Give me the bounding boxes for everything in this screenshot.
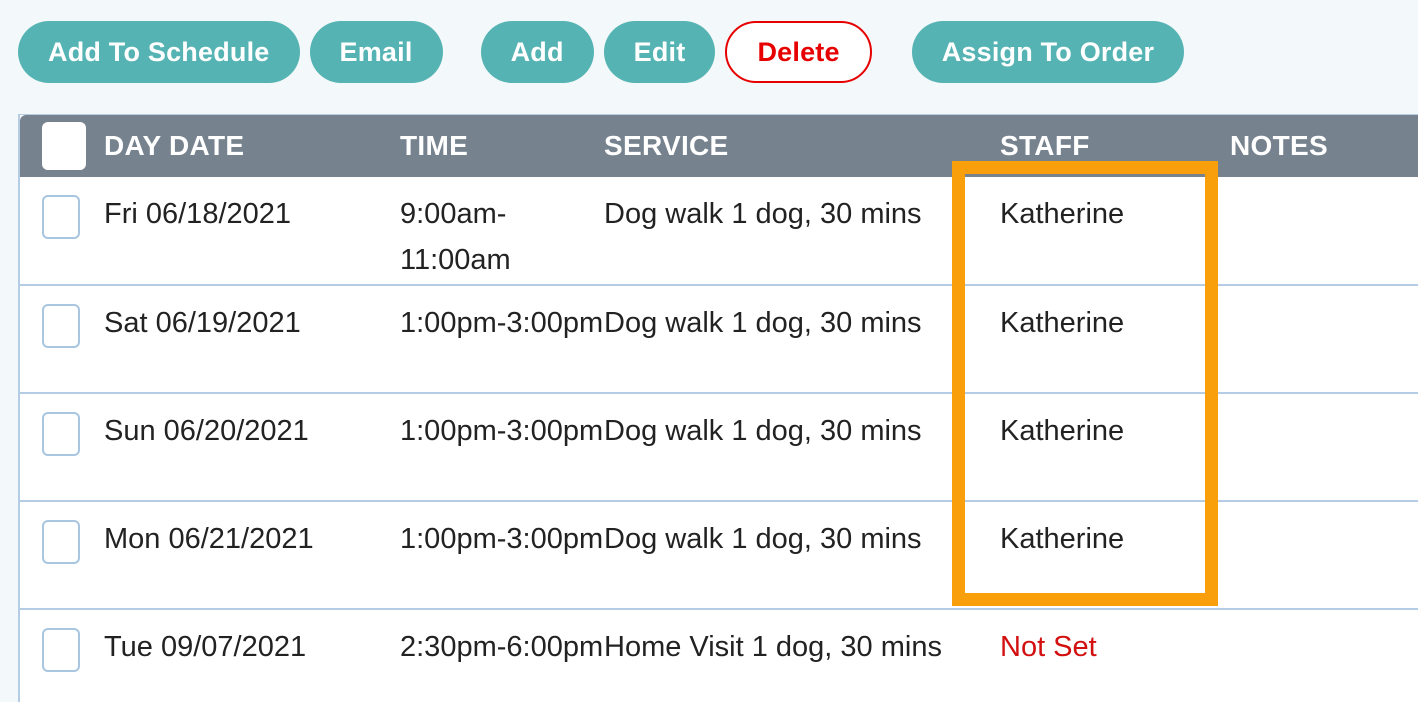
cell-time: 1:00pm-3:00pm [400, 501, 604, 609]
select-all-checkbox[interactable] [42, 122, 86, 170]
add-to-schedule-button[interactable]: Add To Schedule [18, 21, 300, 83]
cell-staff: Not Set [1000, 609, 1230, 702]
cell-time: 1:00pm-3:00pm [400, 285, 604, 393]
cell-staff: Katherine [1000, 501, 1230, 609]
table-header: DAY DATE TIME SERVICE STAFF NOTES [20, 115, 1418, 177]
select-all-header-cell [20, 115, 104, 177]
table-row[interactable]: Tue 09/07/2021 2:30pm-6:00pm Home Visit … [20, 609, 1418, 702]
cell-day-date: Sat 06/19/2021 [104, 285, 400, 393]
cell-notes [1230, 609, 1418, 702]
row-checkbox[interactable] [42, 304, 80, 348]
cell-service: Home Visit 1 dog, 30 mins [604, 609, 1000, 702]
cell-staff: Katherine [1000, 177, 1230, 285]
email-button[interactable]: Email [310, 21, 443, 83]
cell-staff: Katherine [1000, 393, 1230, 501]
row-checkbox[interactable] [42, 628, 80, 672]
add-button[interactable]: Add [481, 21, 594, 83]
table-row[interactable]: Fri 06/18/2021 9:00am-11:00am Dog walk 1… [20, 177, 1418, 285]
row-select-cell [20, 285, 104, 393]
cell-day-date: Fri 06/18/2021 [104, 177, 400, 285]
assign-to-order-button[interactable]: Assign To Order [912, 21, 1185, 83]
delete-button[interactable]: Delete [725, 21, 871, 83]
action-toolbar: Add To Schedule Email Add Edit Delete As… [0, 0, 1418, 104]
row-checkbox[interactable] [42, 195, 80, 239]
cell-day-date: Sun 06/20/2021 [104, 393, 400, 501]
column-header-service[interactable]: SERVICE [604, 115, 1000, 177]
cell-service: Dog walk 1 dog, 30 mins [604, 177, 1000, 285]
edit-button[interactable]: Edit [604, 21, 716, 83]
cell-notes [1230, 285, 1418, 393]
cell-day-date: Tue 09/07/2021 [104, 609, 400, 702]
row-checkbox[interactable] [42, 520, 80, 564]
row-select-cell [20, 609, 104, 702]
row-select-cell [20, 501, 104, 609]
schedule-table-container: DAY DATE TIME SERVICE STAFF NOTES Fri 06… [18, 114, 1418, 702]
cell-notes [1230, 177, 1418, 285]
cell-notes [1230, 393, 1418, 501]
table-row[interactable]: Sun 06/20/2021 1:00pm-3:00pm Dog walk 1 … [20, 393, 1418, 501]
column-header-time[interactable]: TIME [400, 115, 604, 177]
cell-notes [1230, 501, 1418, 609]
cell-time: 1:00pm-3:00pm [400, 393, 604, 501]
column-header-day-date[interactable]: DAY DATE [104, 115, 400, 177]
cell-service: Dog walk 1 dog, 30 mins [604, 393, 1000, 501]
table-header-row: DAY DATE TIME SERVICE STAFF NOTES [20, 115, 1418, 177]
cell-time: 2:30pm-6:00pm [400, 609, 604, 702]
cell-time: 9:00am-11:00am [400, 177, 604, 285]
cell-day-date: Mon 06/21/2021 [104, 501, 400, 609]
column-header-notes[interactable]: NOTES [1230, 115, 1418, 177]
table-body: Fri 06/18/2021 9:00am-11:00am Dog walk 1… [20, 177, 1418, 702]
cell-staff: Katherine [1000, 285, 1230, 393]
schedule-table: DAY DATE TIME SERVICE STAFF NOTES Fri 06… [20, 115, 1418, 702]
cell-service: Dog walk 1 dog, 30 mins [604, 501, 1000, 609]
table-row[interactable]: Mon 06/21/2021 1:00pm-3:00pm Dog walk 1 … [20, 501, 1418, 609]
column-header-staff[interactable]: STAFF [1000, 115, 1230, 177]
cell-service: Dog walk 1 dog, 30 mins [604, 285, 1000, 393]
row-select-cell [20, 393, 104, 501]
row-checkbox[interactable] [42, 412, 80, 456]
table-row[interactable]: Sat 06/19/2021 1:00pm-3:00pm Dog walk 1 … [20, 285, 1418, 393]
row-select-cell [20, 177, 104, 285]
